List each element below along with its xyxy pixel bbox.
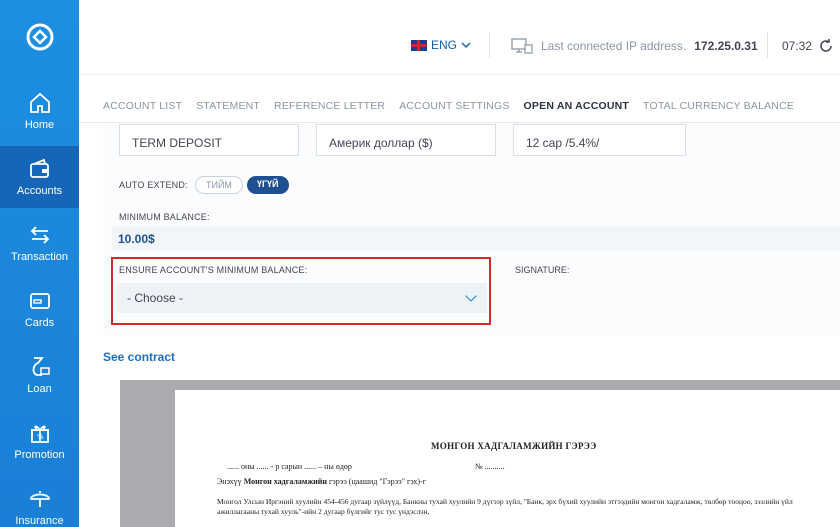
auto-extend-no-button[interactable]: ҮГҮЙ bbox=[246, 176, 289, 194]
sidebar-item-loan[interactable]: Loan bbox=[0, 344, 79, 406]
tab-total-currency-balance[interactable]: TOTAL CURRENCY BALANCE bbox=[643, 100, 794, 124]
term-field[interactable]: 12 сар /5.4%/ bbox=[513, 124, 686, 156]
contract-body: Монгол Улсын Иргэний хуулийн 454-456 дуг… bbox=[217, 497, 793, 516]
contract-date-line: ...... оны ...... - р сарын ...... – ны … bbox=[227, 462, 352, 471]
tab-account-list[interactable]: ACCOUNT LIST bbox=[103, 100, 182, 124]
sidebar-item-label: Accounts bbox=[16, 185, 63, 197]
sidebar-item-label: Promotion bbox=[14, 449, 65, 461]
gift-icon: % bbox=[30, 425, 49, 443]
chevron-down-icon bbox=[465, 290, 477, 302]
bank-logo[interactable] bbox=[0, 0, 79, 74]
sidebar-item-insurance[interactable]: Insurance bbox=[0, 476, 79, 527]
tab-statement[interactable]: STATEMENT bbox=[196, 100, 260, 124]
ip-value: 172.25.0.31 bbox=[694, 39, 758, 53]
wallet-icon bbox=[29, 158, 49, 178]
party-prefix: Энэхүү bbox=[217, 477, 242, 486]
sidebar-item-label: Cards bbox=[24, 317, 55, 329]
min-balance-field bbox=[112, 226, 840, 250]
divider bbox=[767, 32, 768, 58]
see-contract-link[interactable]: See contract bbox=[103, 350, 175, 364]
last-ip-info: Last connected IP address. 172.25.0.31 bbox=[511, 38, 758, 54]
top-header: ENG Last connected IP address. 172.25.0.… bbox=[79, 0, 840, 75]
umbrella-icon bbox=[29, 491, 50, 507]
computer-icon bbox=[511, 38, 533, 54]
auto-extend-toggle: ТИЙМ ҮГҮЙ bbox=[195, 176, 289, 194]
sidebar-item-label: Loan bbox=[27, 383, 52, 395]
language-label: ENG bbox=[431, 38, 458, 52]
party-bold: Монгон хадгаламжийн bbox=[243, 477, 327, 486]
sidebar-item-label: Transaction bbox=[10, 251, 69, 263]
sidebar-item-accounts[interactable]: Accounts bbox=[0, 146, 79, 208]
refresh-icon[interactable] bbox=[818, 38, 834, 54]
svg-text:%: % bbox=[37, 433, 44, 441]
tab-open-an-account[interactable]: OPEN AN ACCOUNT bbox=[523, 100, 630, 124]
auto-extend-label: AUTO EXTEND: bbox=[119, 180, 188, 190]
uk-flag-icon bbox=[411, 39, 427, 51]
account-tabs: ACCOUNT LIST STATEMENT REFERENCE LETTER … bbox=[103, 100, 794, 124]
divider bbox=[489, 32, 490, 58]
contract-page: МОНГОН ХАДГАЛАМЖИЙН ГЭРЭЭ ...... оны ...… bbox=[175, 390, 840, 527]
currency-field[interactable]: Америк доллар ($) bbox=[316, 124, 496, 156]
min-balance-value: 10.00$ bbox=[118, 232, 155, 246]
signature-label: SIGNATURE: bbox=[515, 265, 570, 275]
transfer-arrows-icon bbox=[30, 226, 49, 244]
tab-reference-letter[interactable]: REFERENCE LETTER bbox=[274, 100, 385, 124]
contract-party-line: Энэхүү Монгон хадгаламжийн гэрээ (цаашид… bbox=[217, 477, 426, 486]
language-selector[interactable]: ENG bbox=[411, 38, 471, 52]
logo-icon bbox=[26, 23, 53, 51]
session-timer: 07:32 bbox=[782, 38, 834, 54]
sidebar-item-promotion[interactable]: % Promotion bbox=[0, 410, 79, 472]
sidebar-item-cards[interactable]: Cards bbox=[0, 278, 79, 340]
contract-number-line: № .......... bbox=[475, 462, 505, 471]
ensure-min-balance-select[interactable]: - Choose - bbox=[117, 283, 487, 313]
account-type-field[interactable]: TERM DEPOSIT bbox=[119, 124, 299, 156]
contract-title: МОНГОН ХАДГАЛАМЖИЙН ГЭРЭЭ bbox=[431, 441, 597, 451]
loan-icon bbox=[32, 357, 50, 376]
tab-account-settings[interactable]: ACCOUNT SETTINGS bbox=[399, 100, 509, 124]
card-icon bbox=[29, 293, 50, 309]
ensure-min-balance-label: ENSURE ACCOUNT'S MINIMUM BALANCE: bbox=[119, 265, 308, 275]
time-value: 07:32 bbox=[782, 39, 813, 53]
chevron-down-icon bbox=[461, 42, 471, 49]
ip-label: Last connected IP address. bbox=[541, 39, 687, 53]
party-suffix: гэрээ (цаашид "Гэрээ" гэх)-г bbox=[329, 477, 427, 486]
min-balance-label: MINIMUM BALANCE: bbox=[119, 212, 210, 222]
home-icon bbox=[29, 92, 50, 113]
sidebar: Home Accounts Transaction Cards Loan % P… bbox=[0, 0, 79, 527]
sidebar-item-home[interactable]: Home bbox=[0, 80, 79, 142]
sidebar-item-transaction[interactable]: Transaction bbox=[0, 212, 79, 274]
sidebar-item-label: Insurance bbox=[15, 515, 64, 527]
sidebar-item-label: Home bbox=[24, 119, 55, 131]
auto-extend-yes-button[interactable]: ТИЙМ bbox=[195, 176, 243, 194]
select-value: - Choose - bbox=[127, 291, 184, 305]
